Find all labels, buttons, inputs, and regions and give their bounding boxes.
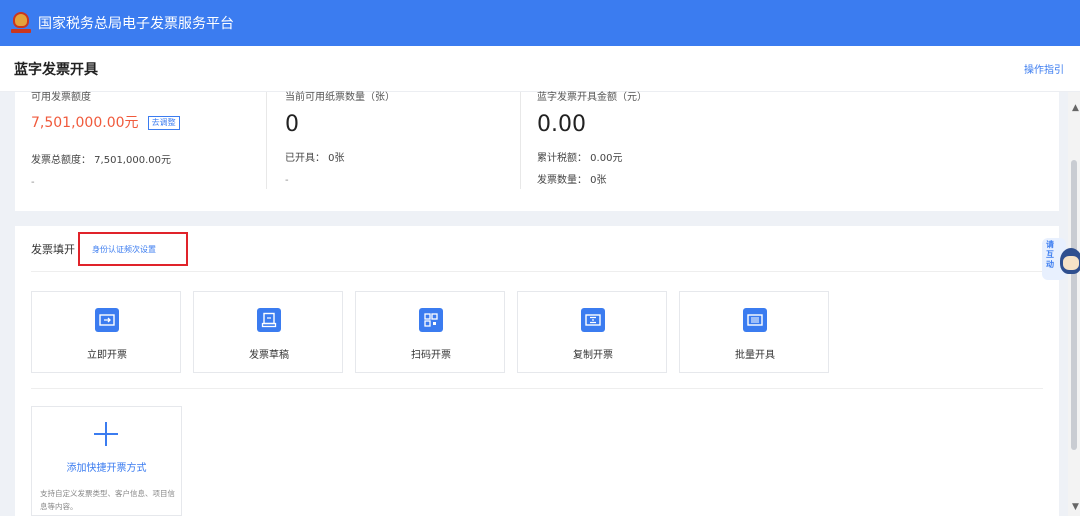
- accumulated-tax: 累计税额： 0.00元: [537, 153, 623, 164]
- tax-emblem-icon: [10, 9, 32, 37]
- tile-label: 扫码开票: [411, 350, 451, 361]
- instant-invoice-icon: [95, 308, 119, 332]
- issued-count: 已开具： 0张: [285, 153, 345, 164]
- top-bar: 国家税务总局电子发票服务平台: [0, 0, 1080, 46]
- batch-invoice-icon: [743, 308, 767, 332]
- add-quick-invoice-button[interactable]: 添加快捷开票方式 支持自定义发票类型、客户信息、项目信息等内容。: [31, 406, 182, 516]
- tile-label: 发票草稿: [249, 350, 289, 361]
- operation-guide-link[interactable]: 操作指引: [1024, 61, 1064, 76]
- platform-title: 国家税务总局电子发票服务平台: [38, 16, 234, 32]
- quota-value: 7,501,000.00元: [31, 115, 139, 131]
- invoice-fill-card: 发票填开 身份认证频次设置 立即开票 发票草稿 扫码开票 复制开票 批量开具 添…: [15, 226, 1059, 516]
- paper-dash: -: [285, 175, 289, 186]
- page-header: 蓝字发票开具 操作指引: [0, 46, 1080, 92]
- divider: [31, 388, 1043, 389]
- paper-count-column: 当前可用纸票数量（张） 0 已开具： 0张 -: [285, 92, 515, 188]
- add-quick-label: 添加快捷开票方式: [66, 463, 147, 474]
- paper-count-label: 当前可用纸票数量（张）: [285, 92, 395, 103]
- highlight-box: [78, 232, 188, 266]
- add-quick-description: 支持自定义发票类型、客户信息、项目信息等内容。: [40, 489, 175, 511]
- tile-scan-invoice[interactable]: 扫码开票: [355, 291, 505, 373]
- assistant-mascot-icon[interactable]: 请互动: [1042, 234, 1080, 284]
- divider: [31, 271, 1043, 272]
- tile-copy-invoice[interactable]: 复制开票: [517, 291, 667, 373]
- tile-label: 立即开票: [87, 350, 127, 361]
- quota-column: 可用发票额度 7,501,000.00元 去调整 发票总额度： 7,501,00…: [31, 92, 261, 190]
- tile-label: 复制开票: [573, 350, 613, 361]
- tile-label: 批量开具: [735, 350, 775, 361]
- section-title: 发票填开: [31, 243, 75, 256]
- stats-divider: [266, 92, 267, 189]
- scrollbar-thumb[interactable]: [1071, 160, 1077, 450]
- tile-batch-invoice[interactable]: 批量开具: [679, 291, 829, 373]
- adjust-quota-button[interactable]: 去调整: [147, 115, 180, 130]
- scroll-up-icon[interactable]: ▲: [1072, 103, 1079, 113]
- quota-label: 可用发票额度: [31, 92, 91, 103]
- amount-label: 蓝字发票开具金额（元）: [537, 92, 647, 103]
- mascot-text: 请互动: [1046, 240, 1054, 269]
- stats-card: 可用发票额度 7,501,000.00元 去调整 发票总额度： 7,501,00…: [15, 92, 1059, 211]
- amount-column: 蓝字发票开具金额（元） 0.00 累计税额： 0.00元 发票数量： 0张: [537, 92, 797, 188]
- total-quota: 发票总额度： 7,501,000.00元: [31, 155, 171, 166]
- tile-invoice-draft[interactable]: 发票草稿: [193, 291, 343, 373]
- invoice-count: 发票数量： 0张: [537, 175, 607, 186]
- qr-code-icon: [419, 308, 443, 332]
- tile-instant-invoice[interactable]: 立即开票: [31, 291, 181, 373]
- page-title: 蓝字发票开具: [14, 61, 98, 78]
- plus-icon: [94, 422, 118, 446]
- copy-invoice-icon: [581, 308, 605, 332]
- stats-divider: [520, 92, 521, 189]
- amount-value: 0.00: [537, 112, 586, 137]
- draft-icon: [257, 308, 281, 332]
- scroll-down-icon[interactable]: ▼: [1072, 502, 1079, 512]
- paper-count-value: 0: [285, 112, 299, 137]
- quota-dash: -: [31, 177, 35, 188]
